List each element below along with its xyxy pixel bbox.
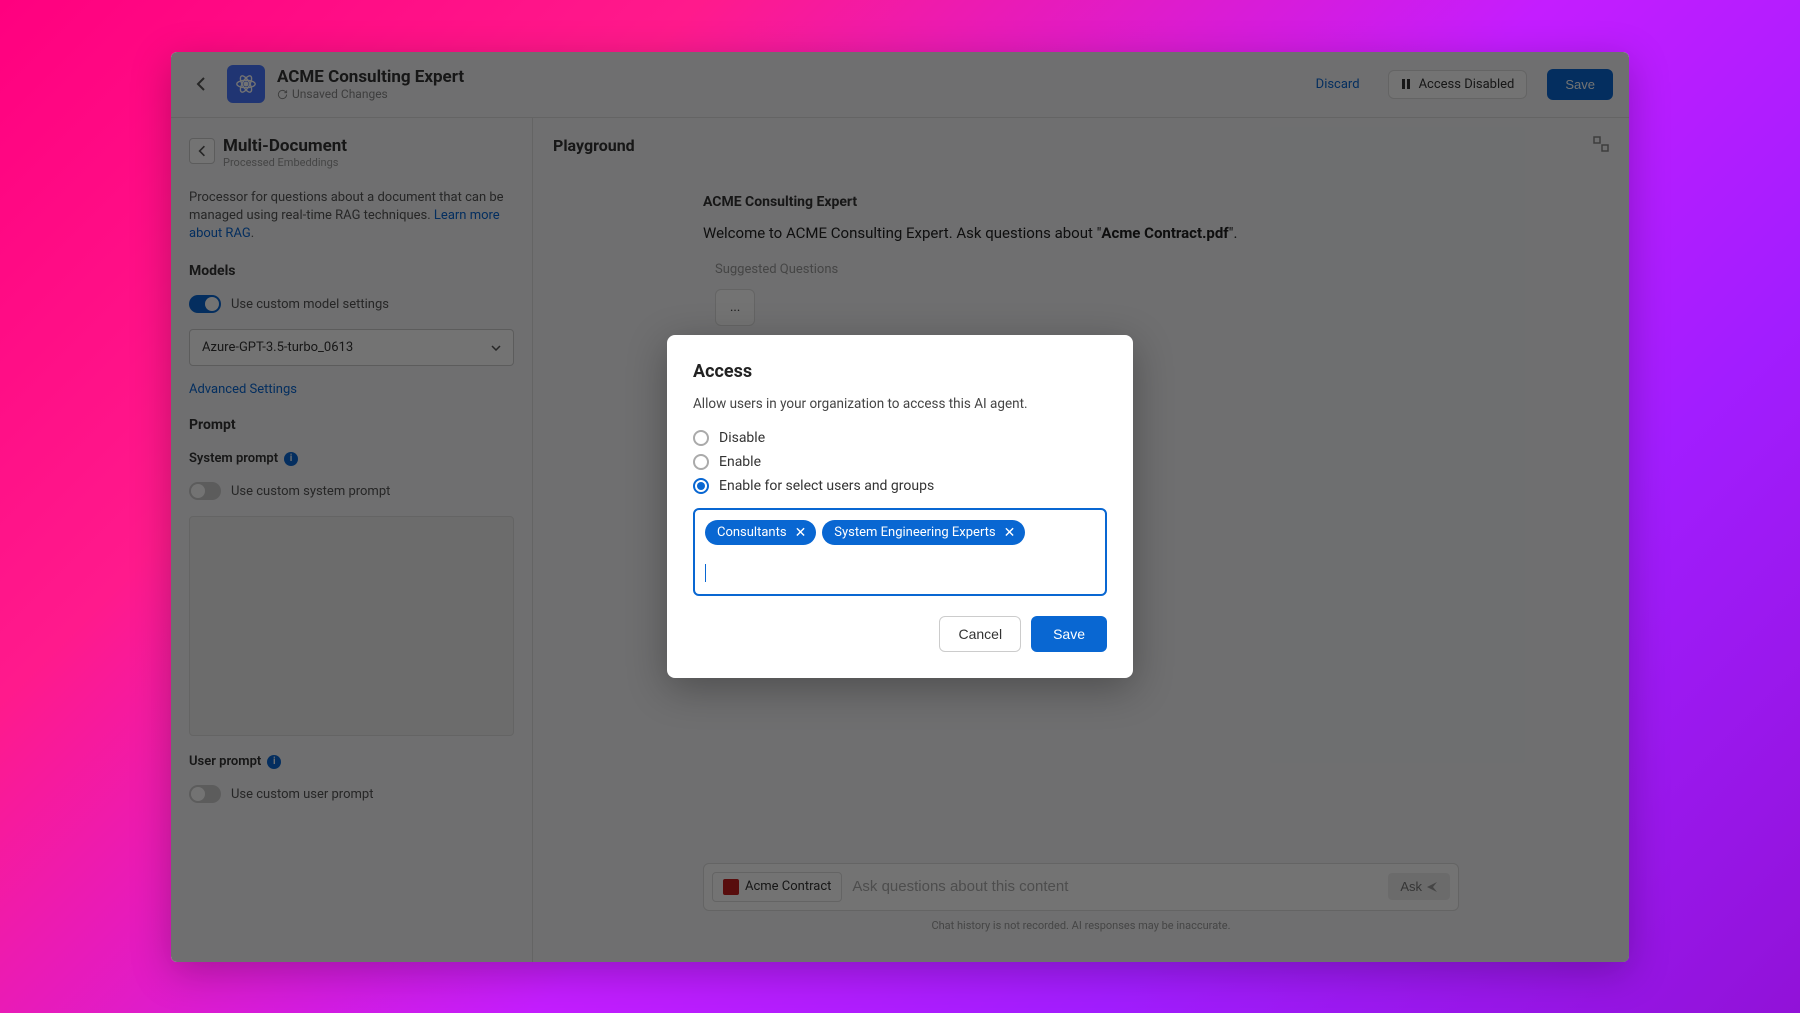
app-window: ACME Consulting Expert Unsaved Changes D…: [171, 52, 1629, 962]
user-group-input[interactable]: Consultants ✕ System Engineering Experts…: [693, 508, 1107, 596]
remove-tag-icon[interactable]: ✕: [793, 526, 809, 540]
radio-option-select[interactable]: Enable for select users and groups: [693, 474, 1107, 498]
cancel-button[interactable]: Cancel: [939, 616, 1021, 652]
tag-chip: Consultants ✕: [705, 520, 816, 545]
radio-icon: [693, 454, 709, 470]
access-modal: Access Allow users in your organization …: [667, 335, 1133, 678]
radio-icon: [693, 430, 709, 446]
modal-overlay[interactable]: Access Allow users in your organization …: [171, 52, 1629, 962]
radio-option-enable[interactable]: Enable: [693, 450, 1107, 474]
modal-description: Allow users in your organization to acce…: [693, 396, 1107, 412]
text-cursor: [705, 564, 706, 582]
modal-actions: Cancel Save: [693, 616, 1107, 652]
remove-tag-icon[interactable]: ✕: [1002, 526, 1018, 540]
radio-icon: [693, 478, 709, 494]
modal-save-button[interactable]: Save: [1031, 616, 1107, 652]
modal-title: Access: [693, 361, 1107, 382]
tag-chip: System Engineering Experts ✕: [822, 520, 1025, 545]
radio-option-disable[interactable]: Disable: [693, 426, 1107, 450]
